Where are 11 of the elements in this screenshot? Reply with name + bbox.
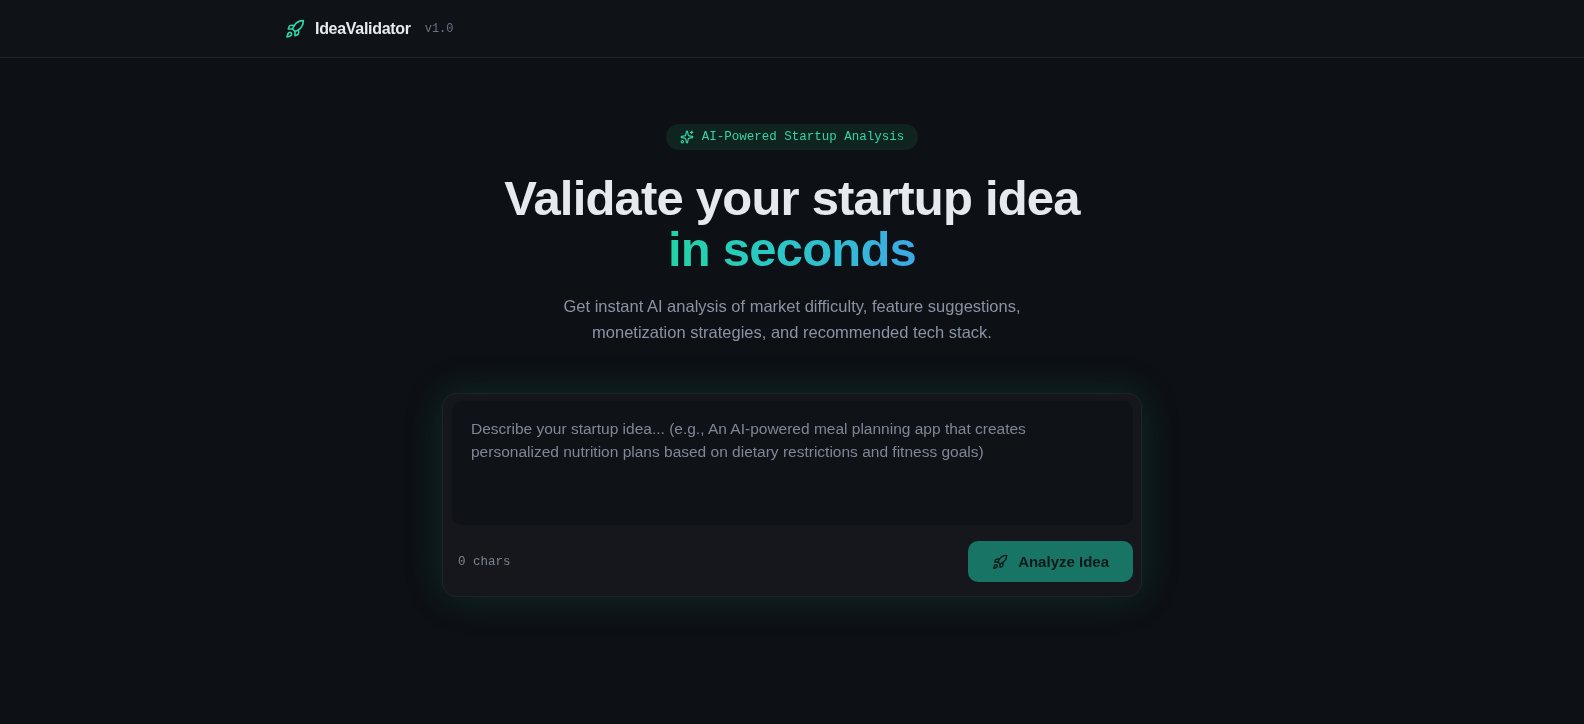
rocket-icon (285, 18, 305, 39)
headline: Validate your startup idea (504, 173, 1080, 224)
badge-label: AI-Powered Startup Analysis (701, 130, 905, 144)
idea-input-field[interactable]: Describe your startup idea... (e.g., An AI-powered meal planning app that creates personalized nutrition plans based on dietary restrictions and fitness goals) (452, 401, 1133, 525)
version-label: v1.0 (424, 21, 454, 36)
subtitle: Get instant AI analysis of market difficulty, feature suggestions, monetization strategies, and recommended tech stack. (562, 296, 1022, 343)
char-count: 0 chars (458, 554, 511, 569)
app-name: IdeaValidator (315, 19, 411, 38)
rocket-icon (992, 553, 1009, 570)
analyze-button[interactable]: Analyze Idea (968, 541, 1133, 582)
sparkle-icon (679, 130, 694, 144)
